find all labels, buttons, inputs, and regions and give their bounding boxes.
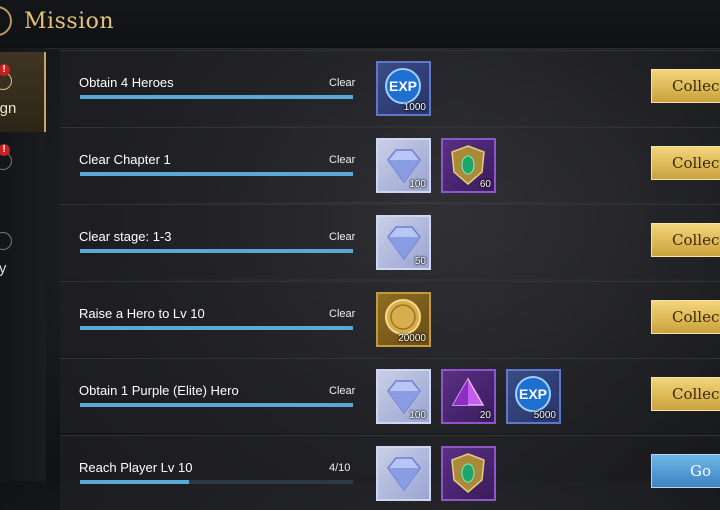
mission-name: Reach Player Lv 10 [79, 460, 193, 475]
collect-button[interactable]: Collect [651, 223, 720, 257]
collect-button[interactable]: Collect [651, 300, 720, 334]
progress-fill [80, 403, 353, 407]
reward-quantity: 1000 [403, 102, 426, 113]
collect-button[interactable]: Collect [651, 146, 720, 180]
progress-fill [80, 326, 353, 330]
reward-quantity: 100 [409, 179, 426, 190]
exp-icon[interactable]: EXP 1000 [376, 61, 431, 116]
mission-row: Obtain 4 Heroes Clear EXP 1000 Collect [60, 50, 720, 125]
mission-row: Reach Player Lv 10 4/10 Go [60, 435, 720, 510]
gold-coin-icon[interactable]: 20000 [376, 292, 431, 347]
reward-quantity: 60 [479, 179, 491, 190]
progress-fill [80, 95, 353, 99]
svg-text:EXP: EXP [519, 386, 547, 402]
reward-quantity: 5000 [533, 410, 556, 421]
mission-status: Clear [329, 308, 356, 320]
reward-quantity: 20000 [398, 333, 426, 344]
progress-bar [80, 403, 353, 407]
mission-status: Clear [329, 154, 356, 166]
mission-row: Clear stage: 1-3 Clear 50 Collect [60, 204, 720, 279]
progress-bar [80, 172, 353, 176]
page-title: Mission [24, 9, 115, 34]
diamond-icon[interactable]: 100 [376, 369, 431, 424]
mission-name: Clear Chapter 1 [79, 152, 171, 167]
mission-name: Clear stage: 1-3 [79, 229, 172, 244]
collect-button[interactable]: Collect [651, 69, 720, 103]
mission-status: Clear [329, 385, 356, 397]
mission-status: Clear [329, 77, 356, 89]
mission-name: Raise a Hero to Lv 10 [79, 306, 205, 321]
progress-bar [80, 326, 353, 330]
header-bar: Mission [0, 0, 720, 49]
weekly-icon [0, 232, 12, 250]
diamond-icon[interactable] [376, 446, 431, 501]
mission-name: Obtain 4 Heroes [79, 75, 174, 90]
purple-crystal-icon[interactable]: 20 [441, 369, 496, 424]
reward-quantity: 50 [414, 256, 426, 267]
mission-status: Clear [329, 231, 356, 243]
tab-label: kly [0, 260, 7, 277]
mission-name: Obtain 1 Purple (Elite) Hero [79, 383, 239, 398]
diamond-icon[interactable]: 100 [376, 138, 431, 193]
diamond-icon[interactable]: 50 [376, 215, 431, 270]
collect-button[interactable]: Collect [651, 377, 720, 411]
tab-label: aign [0, 100, 17, 117]
tab-daily[interactable]: ! y [0, 132, 46, 212]
go-button[interactable]: Go [651, 454, 720, 488]
progress-bar [80, 95, 353, 99]
reward-quantity: 20 [479, 410, 491, 421]
tab-weekly[interactable]: kly [0, 212, 46, 292]
compass-emblem-icon [0, 6, 12, 36]
reward-quantity: 100 [409, 410, 426, 421]
tab-campaign[interactable]: ! aign [0, 52, 46, 132]
progress-bar [80, 249, 353, 253]
exp-icon[interactable]: EXP 5000 [506, 369, 561, 424]
progress-fill [80, 249, 353, 253]
mission-row: Raise a Hero to Lv 10 Clear 20000 Collec… [60, 281, 720, 356]
mission-row: Clear Chapter 1 Clear 100 60 Collect [60, 127, 720, 202]
svg-text:EXP: EXP [389, 78, 417, 94]
mission-row: Obtain 1 Purple (Elite) Hero Clear 100 2… [60, 358, 720, 433]
shield-emblem-icon[interactable]: 60 [441, 138, 496, 193]
sidebar: ! aign ! y kly [0, 48, 46, 481]
progress-fill [80, 172, 353, 176]
mission-status: 4/10 [329, 462, 351, 474]
shield-emblem-icon[interactable] [441, 446, 496, 501]
